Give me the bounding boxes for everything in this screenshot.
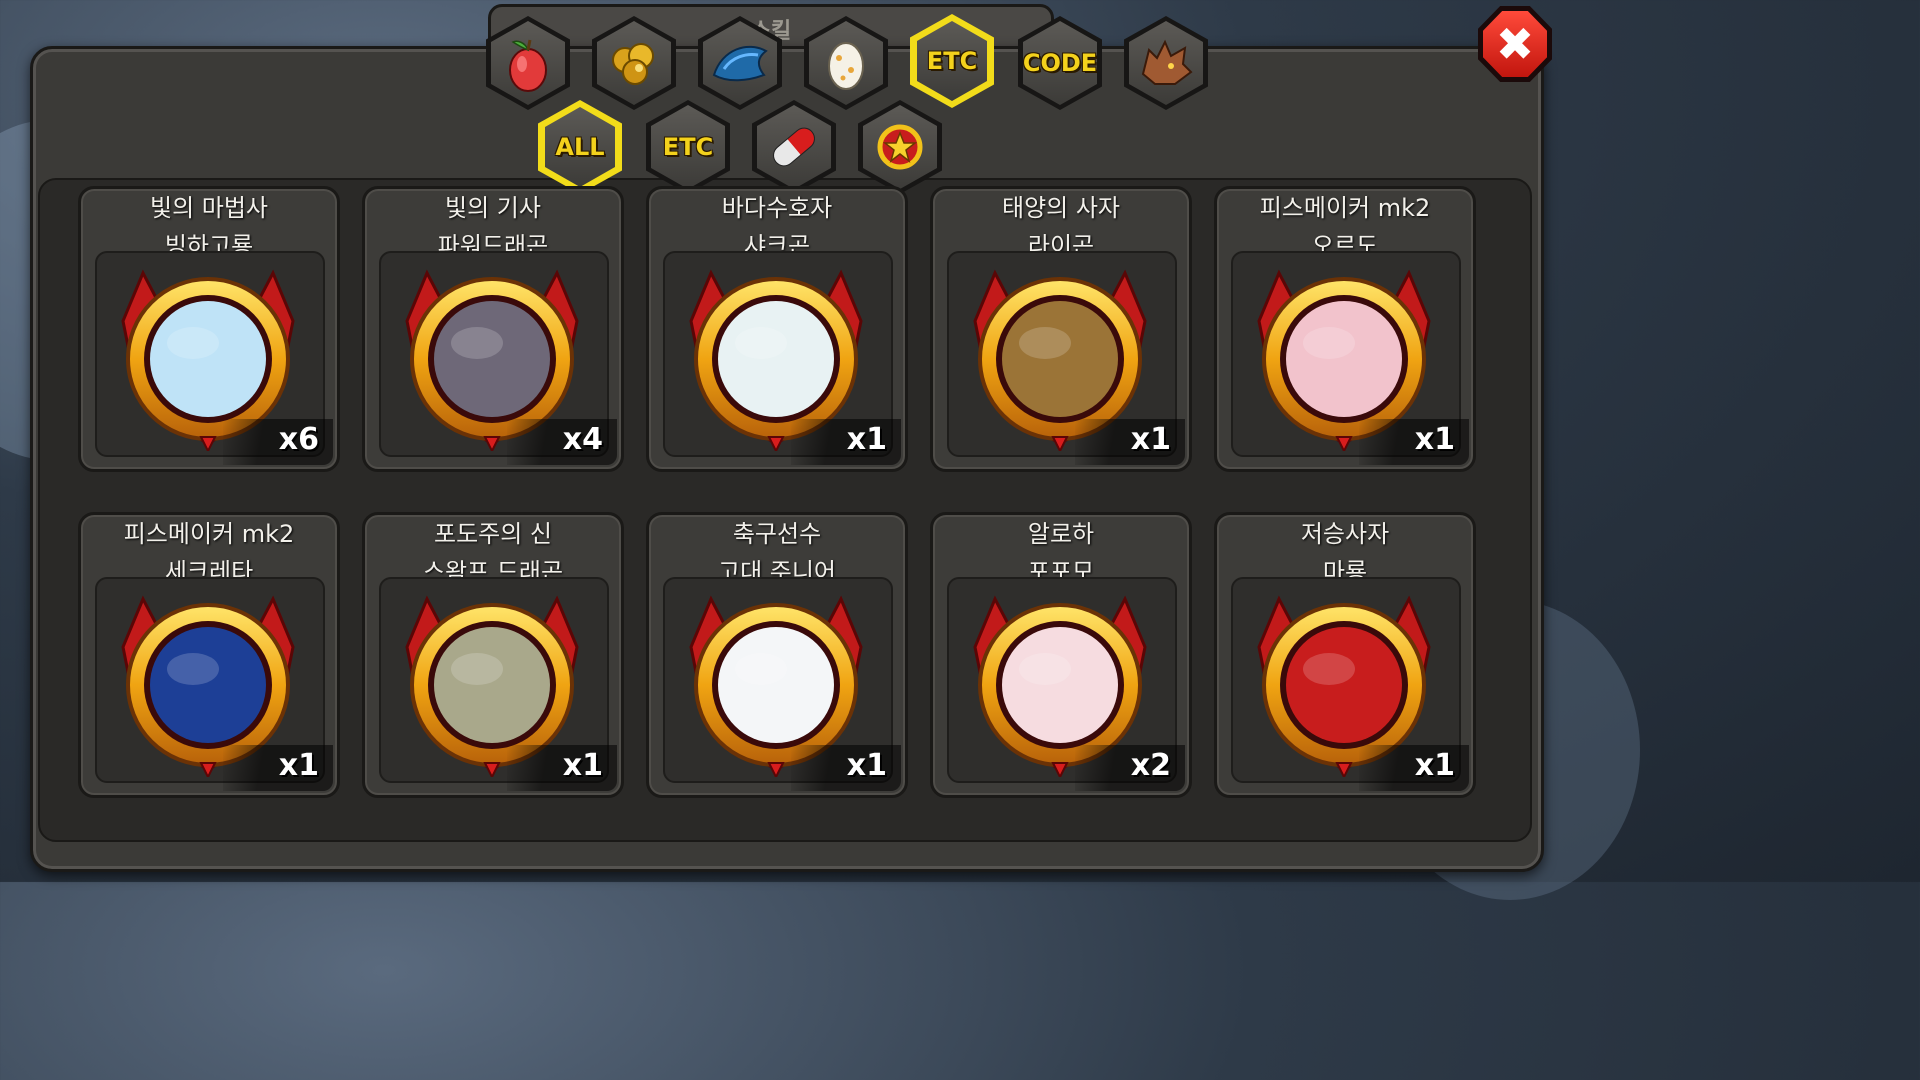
- item-name-line1: 태양의 사자: [1001, 194, 1121, 222]
- tab-etc-label: ETC: [662, 133, 714, 161]
- item-count: x1: [278, 748, 319, 783]
- tab-all-label: ALL: [555, 133, 605, 161]
- item-card[interactable]: 축구선수 고대 주니어 x1: [646, 512, 908, 798]
- star-badge-icon: [877, 124, 923, 170]
- item-name-line1: 바다수호자: [721, 194, 833, 222]
- item-count: x1: [1414, 422, 1455, 457]
- item-card[interactable]: 피스메이커 mk2 오르도 x1: [1214, 186, 1476, 472]
- item-name-line1: 피스메이커 mk2: [1259, 194, 1431, 222]
- item-card[interactable]: 태양의 사자 라이곤 x1: [930, 186, 1192, 472]
- item-card[interactable]: 피스메이커 mk2 세크레타 x1: [78, 512, 340, 798]
- item-count: x4: [562, 422, 603, 457]
- item-card[interactable]: 빛의 마법사 빙하고룡 x6: [78, 186, 340, 472]
- item-card[interactable]: 저승사자 마룡 x1: [1214, 512, 1476, 798]
- item-name-line1: 포도주의 신: [433, 520, 553, 548]
- fruit-icon: [509, 39, 547, 92]
- item-count: x6: [278, 422, 319, 457]
- item-count: x1: [562, 748, 603, 783]
- tab-code-label: CODE: [1022, 49, 1098, 77]
- dragon-head-icon: [1141, 39, 1193, 85]
- item-count: x1: [1130, 422, 1171, 457]
- item-count: x1: [846, 748, 887, 783]
- item-count: x1: [1414, 748, 1455, 783]
- tab-etc-top-label: ETC: [926, 47, 978, 75]
- item-name-line1: 피스메이커 mk2: [123, 520, 295, 548]
- item-card[interactable]: 포도주의 신 스왐프 드래곤 x1: [362, 512, 624, 798]
- item-count: x2: [1130, 748, 1171, 783]
- item-count: x1: [846, 422, 887, 457]
- item-name-line1: 알로하: [1027, 520, 1095, 548]
- item-name-line1: 저승사자: [1300, 520, 1390, 548]
- item-card[interactable]: 바다수호자 샤크곤 x1: [646, 186, 908, 472]
- item-name-line1: 축구선수: [732, 520, 822, 548]
- close-icon: ✖: [1483, 11, 1547, 77]
- item-name-line1: 빛의 마법사: [149, 194, 269, 222]
- item-card[interactable]: 알로하 포포모 x2: [930, 512, 1192, 798]
- item-name-line1: 빛의 기사: [445, 194, 541, 222]
- egg-icon: [828, 42, 864, 90]
- capsule-icon: [773, 127, 815, 167]
- gold-coins-icon: [612, 43, 654, 85]
- item-card[interactable]: 빛의 기사 파워드래곤 x4: [362, 186, 624, 472]
- dragon-scale-icon: [712, 46, 768, 82]
